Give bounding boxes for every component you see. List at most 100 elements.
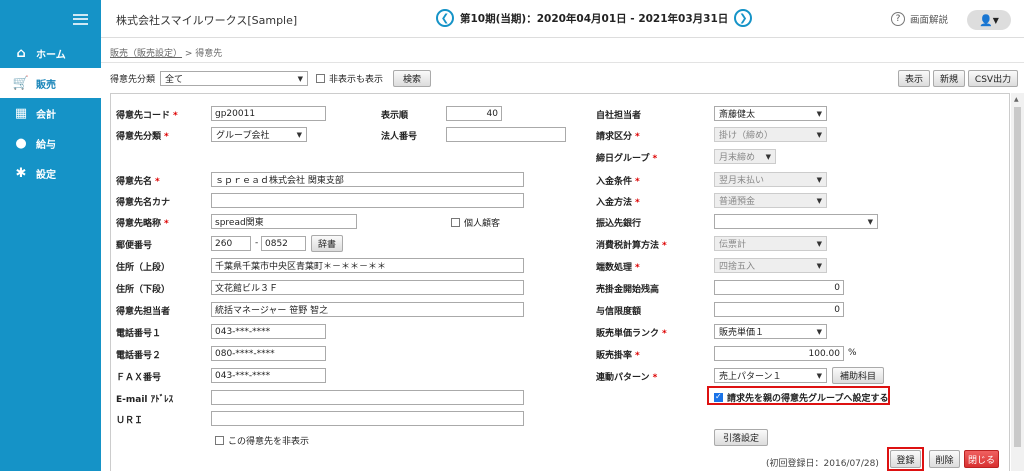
tel1-label: 電話番号１ bbox=[116, 329, 162, 339]
filter-label: 得意先分類 bbox=[110, 75, 156, 85]
group-billing-toggle[interactable]: 請求先を親の得意先グループへ設定する bbox=[714, 391, 888, 404]
csv-export-button[interactable]: CSV出力 bbox=[968, 70, 1018, 87]
payment-terms-select[interactable]: 翌月末払い ▼ bbox=[714, 172, 827, 187]
corp-number-input[interactable] bbox=[446, 127, 566, 142]
next-period-icon[interactable]: ❯ bbox=[734, 9, 753, 27]
zip-dash: - bbox=[255, 238, 259, 248]
sales-rate-input[interactable]: 100.00 bbox=[714, 346, 844, 361]
show-hidden-toggle[interactable]: 非表示も表示 bbox=[316, 72, 383, 85]
contact-input[interactable]: 統括マネージャー 笹野 智之 bbox=[211, 302, 524, 317]
filter-bar: 得意先分類 全て ▼ 非表示も表示 検索 bbox=[110, 70, 432, 87]
chevron-down-icon: ▼ bbox=[816, 175, 822, 184]
tax-method-value: 伝票計 bbox=[719, 240, 747, 250]
scrollbar-thumb[interactable] bbox=[1014, 107, 1021, 447]
tel2-label: 電話番号２ bbox=[116, 351, 162, 361]
zip2-input[interactable]: 0852 bbox=[261, 236, 306, 251]
tax-method-label: 消費税計算方法 * bbox=[596, 241, 667, 251]
payment-method-label: 入金方法 * bbox=[596, 198, 640, 208]
divider bbox=[101, 62, 1024, 63]
new-button[interactable]: 新規 bbox=[933, 70, 965, 87]
kana-input[interactable] bbox=[211, 193, 524, 208]
category-filter-select[interactable]: 全て ▼ bbox=[160, 71, 309, 86]
show-hidden-label: 非表示も表示 bbox=[329, 75, 384, 85]
billing-select[interactable]: 掛け（締め） ▼ bbox=[714, 127, 827, 142]
bank-select[interactable]: ▼ bbox=[714, 214, 878, 229]
sidebar-item-3[interactable]: ● 給与 bbox=[0, 128, 101, 158]
payment-terms-value: 翌月末払い bbox=[719, 176, 765, 186]
billing-label: 請求区分 * bbox=[596, 132, 640, 142]
period-selector: ❮ 第10期(当期)：2020年04月01日 - 2021年03月31日 ❯ bbox=[436, 9, 753, 27]
corp-number-label: 法人番号 bbox=[381, 132, 418, 142]
display-button[interactable]: 表示 bbox=[898, 70, 930, 87]
bank-label: 振込先銀行 bbox=[596, 219, 642, 229]
sidebar-item-label: 販売 bbox=[36, 79, 56, 91]
prev-period-icon[interactable]: ❮ bbox=[436, 9, 454, 27]
credit-limit-label: 与信限度額 bbox=[596, 307, 642, 317]
name-input[interactable]: ｓｐｒｅａｄ株式会社 関東支部 bbox=[211, 172, 524, 187]
sidebar-nav: ⌂ ホーム 🛒 販売 ▦ 会計 ● 給与 ✱ 設定 bbox=[0, 38, 101, 188]
zip1-input[interactable]: 260 bbox=[211, 236, 251, 251]
caret-down-icon: ▼ bbox=[992, 15, 999, 25]
personal-toggle[interactable]: 個人顧客 bbox=[451, 216, 500, 229]
breadcrumb-current: 得意先 bbox=[195, 49, 223, 59]
uri-input[interactable] bbox=[211, 411, 524, 426]
withdrawal-settings-button[interactable]: 引落設定 bbox=[714, 429, 768, 446]
link-pattern-select[interactable]: 売上パターン１ ▼ bbox=[714, 368, 827, 383]
delete-button[interactable]: 削除 bbox=[929, 450, 960, 468]
address2-input[interactable]: 文花館ビル３Ｆ bbox=[211, 280, 524, 295]
hide-customer-label: この得意先を非表示 bbox=[228, 437, 310, 447]
class-select[interactable]: グループ会社 ▼ bbox=[211, 127, 307, 142]
scrollbar[interactable]: ▲ bbox=[1011, 93, 1024, 471]
customer-form: 得意先コード * gp20011 表示順 40 得意先分類 * グループ会社 ▼ 法人… bbox=[110, 93, 1010, 471]
short-name-input[interactable]: spread関東 bbox=[211, 214, 357, 229]
credit-limit-input[interactable]: 0 bbox=[714, 302, 844, 317]
uri-label: ＵＲＩ bbox=[116, 416, 144, 426]
close-button[interactable]: 閉じる bbox=[964, 450, 999, 468]
chevron-down-icon: ▼ bbox=[816, 196, 822, 205]
address1-input[interactable]: 千葉県千葉市中央区青葉町＊－＊＊－＊＊ bbox=[211, 258, 524, 273]
chevron-down-icon: ▼ bbox=[816, 261, 822, 270]
kana-label: 得意先名カナ bbox=[116, 198, 171, 208]
sidebar-item-0[interactable]: ⌂ ホーム bbox=[0, 38, 101, 68]
breadcrumb: 販売（販売設定） > 得意先 bbox=[110, 46, 222, 59]
breadcrumb-parent[interactable]: 販売（販売設定） bbox=[110, 49, 182, 59]
user-menu-button[interactable]: 👤 ▼ bbox=[967, 10, 1011, 30]
order-input[interactable]: 40 bbox=[446, 106, 502, 121]
show-hidden-checkbox[interactable] bbox=[316, 74, 326, 83]
toolbar: 表示 新規 CSV出力 bbox=[895, 70, 1018, 87]
fax-input[interactable]: 043-***-**** bbox=[211, 368, 326, 383]
money-bag-icon: ● bbox=[15, 135, 27, 151]
rounding-select[interactable]: 四捨五入 ▼ bbox=[714, 258, 827, 273]
sidebar-item-1[interactable]: 🛒 販売 bbox=[0, 68, 101, 98]
hide-customer-checkbox[interactable] bbox=[215, 436, 224, 445]
sub-account-button[interactable]: 補助科目 bbox=[832, 367, 884, 384]
tax-method-select[interactable]: 伝票計 ▼ bbox=[714, 236, 827, 251]
search-button[interactable]: 検索 bbox=[393, 70, 432, 87]
short-name-label: 得意先略称 * bbox=[116, 219, 169, 229]
tel2-input[interactable]: 080-****-**** bbox=[211, 346, 326, 361]
staff-select[interactable]: 斎藤健太 ▼ bbox=[714, 106, 827, 121]
class-value: グループ会社 bbox=[216, 131, 270, 141]
chevron-down-icon: ▼ bbox=[297, 74, 304, 83]
header: 株式会社スマイルワークス[Sample] ❮ 第10期(当期)：2020年04月… bbox=[101, 0, 1024, 38]
email-input[interactable] bbox=[211, 390, 524, 405]
tel1-input[interactable]: 043-***-**** bbox=[211, 324, 326, 339]
menu-icon[interactable] bbox=[73, 13, 88, 25]
help-link[interactable]: ? 画面解説 bbox=[891, 12, 948, 26]
personal-checkbox[interactable] bbox=[451, 218, 460, 227]
price-rank-select[interactable]: 販売単価１ ▼ bbox=[714, 324, 827, 339]
payment-method-select[interactable]: 普通預金 ▼ bbox=[714, 193, 827, 208]
save-button[interactable]: 登録 bbox=[890, 450, 921, 468]
hide-customer-toggle[interactable]: この得意先を非表示 bbox=[215, 434, 309, 447]
group-billing-checkbox[interactable] bbox=[714, 392, 723, 402]
sidebar-item-2[interactable]: ▦ 会計 bbox=[0, 98, 101, 128]
chevron-down-icon: ▼ bbox=[296, 130, 302, 139]
dictionary-button[interactable]: 辞書 bbox=[311, 235, 343, 252]
chevron-down-icon: ▼ bbox=[816, 239, 822, 248]
name-label: 得意先名 * bbox=[116, 177, 160, 187]
closing-group-select[interactable]: 月末締め ▼ bbox=[714, 149, 776, 164]
code-input[interactable]: gp20011 bbox=[211, 106, 326, 121]
ar-balance-input[interactable]: 0 bbox=[714, 280, 844, 295]
scroll-up-icon[interactable]: ▲ bbox=[1014, 96, 1019, 103]
sidebar-item-4[interactable]: ✱ 設定 bbox=[0, 158, 101, 188]
